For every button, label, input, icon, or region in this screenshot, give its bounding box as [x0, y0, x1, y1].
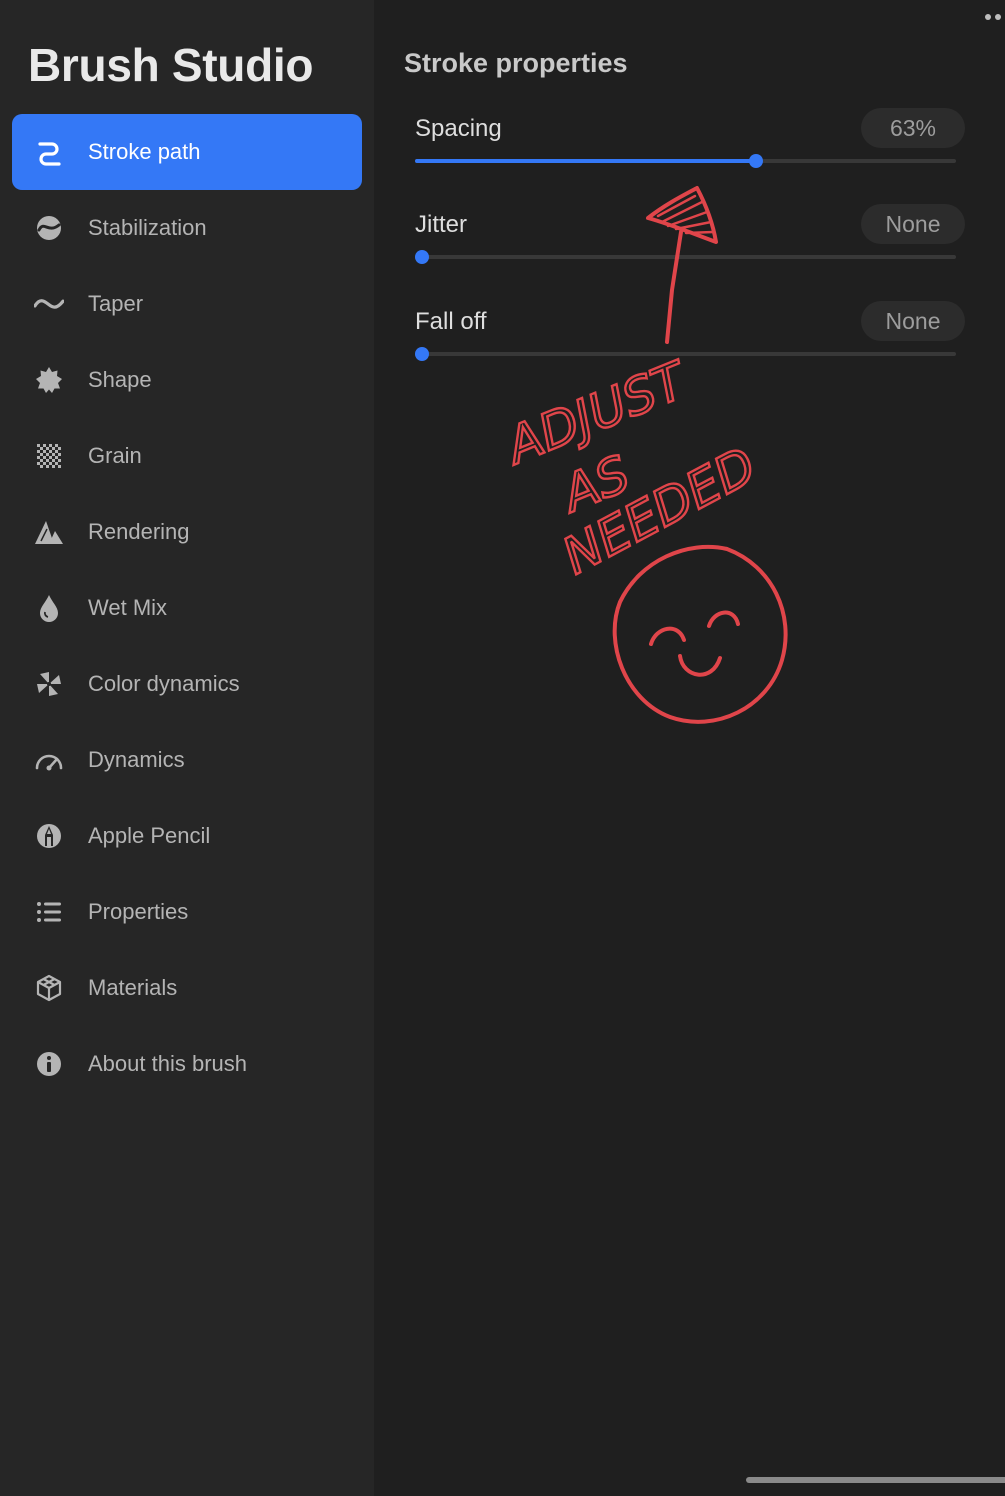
- sidebar-item-apple-pencil[interactable]: Apple Pencil: [12, 798, 362, 874]
- sidebar-item-dynamics[interactable]: Dynamics: [12, 722, 362, 798]
- slider-fill: [415, 159, 756, 163]
- sidebar-item-properties[interactable]: Properties: [12, 874, 362, 950]
- spacing-value-pill[interactable]: 63%: [861, 108, 965, 148]
- wet-mix-icon: [34, 594, 64, 622]
- more-options-icon[interactable]: [985, 14, 1001, 20]
- main-panel: Stroke properties Spacing 63% Jitter Non…: [374, 0, 1005, 1496]
- sidebar-item-label: Stroke path: [88, 139, 201, 164]
- slider-thumb[interactable]: [749, 154, 763, 168]
- slider-thumb[interactable]: [415, 347, 429, 361]
- sidebar-item-label: Materials: [88, 975, 178, 1000]
- sidebar-nav: Stroke path Stabilization Taper Shape Gr…: [12, 114, 362, 1102]
- sidebar-item-label: Taper: [88, 291, 144, 316]
- color-dynamics-icon: [34, 670, 64, 698]
- jitter-slider[interactable]: [415, 250, 956, 264]
- sidebar-item-label: Wet Mix: [88, 595, 168, 620]
- fall-off-slider[interactable]: [415, 347, 956, 361]
- setting-label: Spacing: [415, 115, 502, 142]
- setting-label: Jitter: [415, 211, 468, 238]
- setting-fall-off: Fall off None: [415, 301, 965, 377]
- sidebar-item-about-this-brush[interactable]: About this brush: [12, 1026, 362, 1102]
- setting-spacing: Spacing 63%: [415, 108, 965, 184]
- sidebar-item-label: Grain: [88, 443, 142, 468]
- apple-pencil-icon: [34, 822, 64, 850]
- info-icon: [34, 1050, 64, 1078]
- sidebar-item-label: Stabilization: [88, 215, 207, 240]
- sidebar-item-shape[interactable]: Shape: [12, 342, 362, 418]
- setting-jitter: Jitter None: [415, 204, 965, 280]
- sidebar-item-color-dynamics[interactable]: Color dynamics: [12, 646, 362, 722]
- sidebar-item-label: About this brush: [88, 1051, 247, 1076]
- sidebar-item-label: Dynamics: [88, 747, 185, 772]
- sidebar-item-wet-mix[interactable]: Wet Mix: [12, 570, 362, 646]
- slider-thumb[interactable]: [415, 250, 429, 264]
- sidebar-item-label: Properties: [88, 899, 189, 924]
- rendering-icon: [34, 518, 64, 546]
- properties-icon: [34, 898, 64, 926]
- sidebar-item-materials[interactable]: Materials: [12, 950, 362, 1026]
- stabilization-icon: [34, 214, 64, 242]
- sidebar-item-grain[interactable]: Grain: [12, 418, 362, 494]
- sidebar-item-label: Color dynamics: [88, 671, 240, 696]
- sidebar-item-label: Apple Pencil: [88, 823, 211, 848]
- sidebar: Brush Studio Stroke path Stabilization T…: [0, 0, 374, 1496]
- dynamics-icon: [34, 746, 64, 774]
- sidebar-item-label: Rendering: [88, 519, 190, 544]
- materials-icon: [34, 974, 64, 1002]
- grain-icon: [34, 442, 64, 470]
- sidebar-item-taper[interactable]: Taper: [12, 266, 362, 342]
- stroke-path-icon: [34, 138, 64, 166]
- sidebar-item-label: Shape: [88, 367, 152, 392]
- taper-icon: [34, 290, 64, 318]
- shape-icon: [34, 366, 64, 394]
- app-title: Brush Studio: [28, 39, 314, 91]
- spacing-slider[interactable]: [415, 154, 956, 168]
- jitter-value-pill[interactable]: None: [861, 204, 965, 244]
- setting-label: Fall off: [415, 308, 487, 335]
- section-title: Stroke properties: [404, 48, 628, 78]
- home-indicator: [746, 1477, 1005, 1483]
- sidebar-item-rendering[interactable]: Rendering: [12, 494, 362, 570]
- fall-off-value-pill[interactable]: None: [861, 301, 965, 341]
- sidebar-item-stabilization[interactable]: Stabilization: [12, 190, 362, 266]
- sidebar-item-stroke-path[interactable]: Stroke path: [12, 114, 362, 190]
